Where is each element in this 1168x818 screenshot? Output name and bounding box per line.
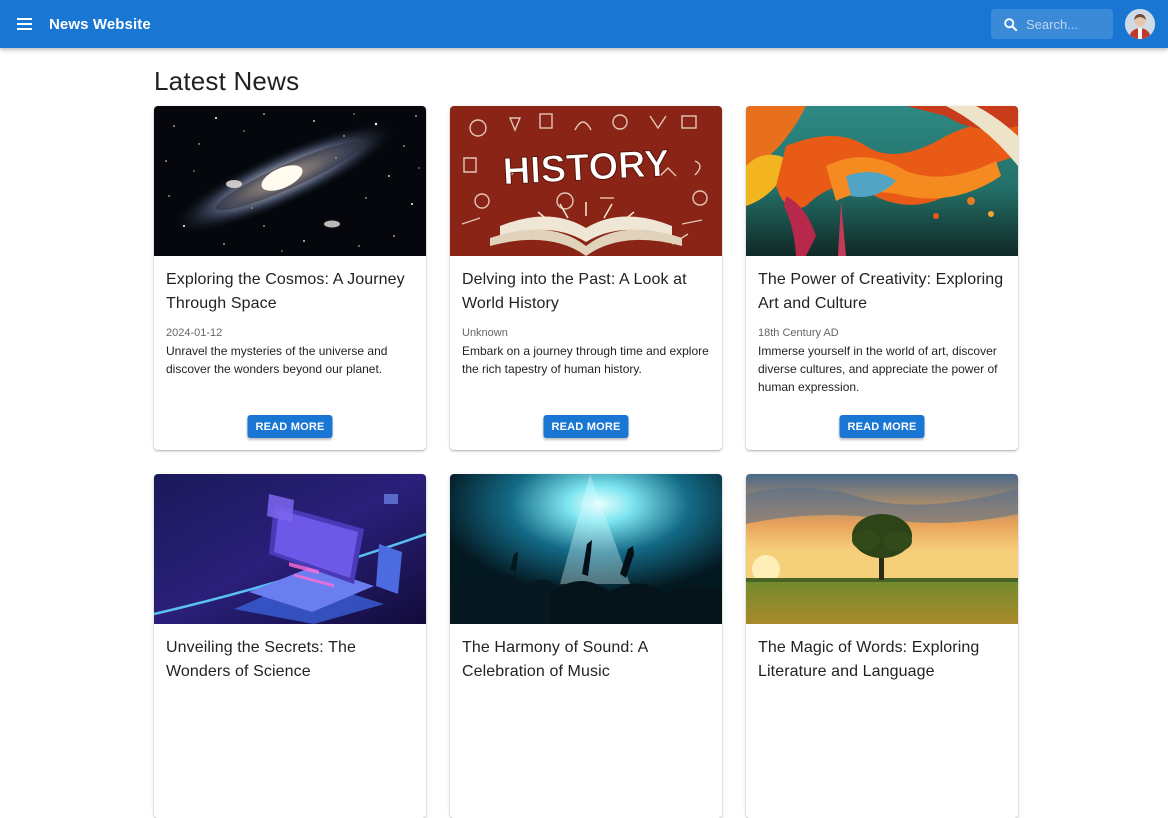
read-more-button[interactable]: READ MORE [247, 415, 333, 438]
card-description: Embark on a journey through time and exp… [462, 344, 709, 376]
svg-text:HISTORY: HISTORY [502, 143, 671, 194]
page-title: Latest News [154, 66, 300, 96]
main-content: Latest News Exploring the Cosmos: A Jour… [154, 48, 1018, 818]
card-description: Immerse yourself in the world of art, di… [758, 344, 998, 394]
card-description: Unravel the mysteries of the universe an… [166, 344, 388, 376]
card-title[interactable]: The Power of Creativity: Exploring Art a… [758, 268, 1006, 316]
card-body: Unveiling the Secrets: The Wonders of Sc… [154, 624, 426, 684]
tree-sunset-image[interactable] [746, 474, 1018, 624]
laptop-technology-image[interactable] [154, 474, 426, 624]
site-title[interactable]: News Website [49, 16, 151, 33]
galaxy-image[interactable] [154, 106, 426, 256]
app-bar: News Website [0, 0, 1168, 48]
card-title[interactable]: The Harmony of Sound: A Celebration of M… [462, 636, 710, 684]
read-more-button[interactable]: READ MORE [839, 415, 925, 438]
card-date: Unknown [462, 327, 508, 339]
card-body: Delving into the Past: A Look at World H… [450, 256, 722, 378]
card-date: 18th Century AD [758, 327, 839, 339]
news-card: The Harmony of Sound: A Celebration of M… [450, 474, 722, 818]
card-body: The Magic of Words: Exploring Literature… [746, 624, 1018, 684]
read-more-button[interactable]: READ MORE [543, 415, 629, 438]
history-book-image[interactable]: HISTORY [450, 106, 722, 256]
card-body: The Harmony of Sound: A Celebration of M… [450, 624, 722, 684]
news-card: Unveiling the Secrets: The Wonders of Sc… [154, 474, 426, 818]
card-title[interactable]: The Magic of Words: Exploring Literature… [758, 636, 1006, 684]
news-card: The Power of Creativity: Exploring Art a… [746, 106, 1018, 450]
search-input[interactable] [1026, 16, 1106, 32]
card-title[interactable]: Exploring the Cosmos: A Journey Through … [166, 268, 414, 316]
news-card: Exploring the Cosmos: A Journey Through … [154, 106, 426, 450]
card-title[interactable]: Unveiling the Secrets: The Wonders of Sc… [166, 636, 414, 684]
news-grid: Exploring the Cosmos: A Journey Through … [154, 106, 1018, 818]
news-card: HISTORY Delving into the Past: A Look at… [450, 106, 722, 450]
card-body: Exploring the Cosmos: A Journey Through … [154, 256, 426, 378]
user-avatar[interactable] [1125, 9, 1155, 39]
search-icon [1004, 17, 1018, 31]
concert-crowd-image[interactable] [450, 474, 722, 624]
card-body: The Power of Creativity: Exploring Art a… [746, 256, 1018, 396]
news-card: The Magic of Words: Exploring Literature… [746, 474, 1018, 818]
paint-splash-image[interactable] [746, 106, 1018, 256]
search-box[interactable] [991, 9, 1113, 39]
card-title[interactable]: Delving into the Past: A Look at World H… [462, 268, 710, 316]
card-date: 2024-01-12 [166, 327, 223, 339]
hamburger-menu-icon[interactable] [12, 12, 36, 36]
